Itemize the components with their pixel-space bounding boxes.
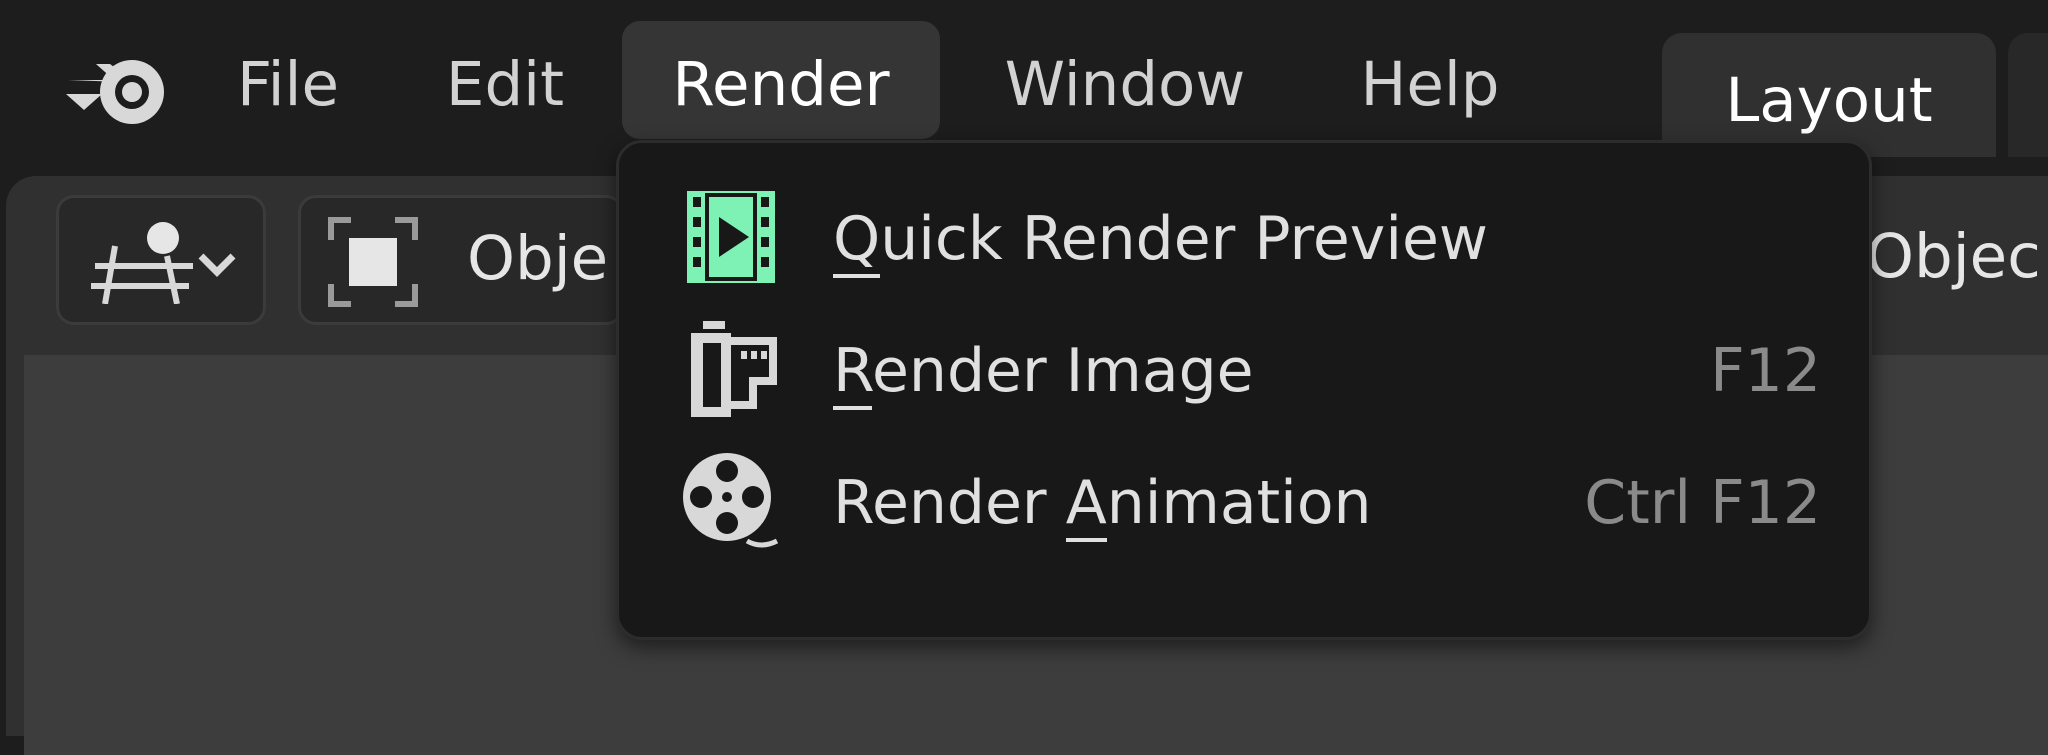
menu-item-quick-render-preview[interactable]: Quick Render Preview [619, 175, 1869, 295]
mode-selector[interactable]: Obje [298, 195, 624, 325]
render-menu-dropdown: Quick Render Preview Render Image F12 Re… [616, 140, 1872, 640]
menu-file[interactable]: File [212, 21, 364, 139]
mode-label: Obje [467, 223, 609, 294]
menu-item-label: Render Image [833, 331, 1254, 411]
scene-editor-icon [91, 222, 236, 304]
object-mode-icon [328, 217, 418, 307]
render-preview-icon [687, 191, 775, 283]
header-right-label: Objec [1866, 221, 2041, 292]
menu-item-label: Quick Render Preview [833, 199, 1488, 279]
editor-type-selector[interactable] [56, 195, 266, 325]
menu-help[interactable]: Help [1320, 21, 1540, 139]
menu-item-render-image[interactable]: Render Image F12 [619, 307, 1869, 427]
shortcut-label: Ctrl F12 [1584, 468, 1821, 538]
tab-layout[interactable]: Layout [1662, 33, 1996, 157]
menu-edit[interactable]: Edit [420, 21, 590, 139]
menu-item-render-animation[interactable]: Render Animation Ctrl F12 [619, 439, 1869, 559]
render-animation-icon [683, 453, 779, 548]
blender-logo-icon[interactable] [62, 36, 174, 128]
shortcut-label: F12 [1710, 336, 1821, 406]
menu-item-label: Render Animation [833, 463, 1372, 543]
tab-next-workspace[interactable] [2008, 33, 2048, 157]
menu-window[interactable]: Window [970, 21, 1280, 139]
render-still-icon [691, 321, 777, 417]
menu-render[interactable]: Render [622, 21, 940, 139]
